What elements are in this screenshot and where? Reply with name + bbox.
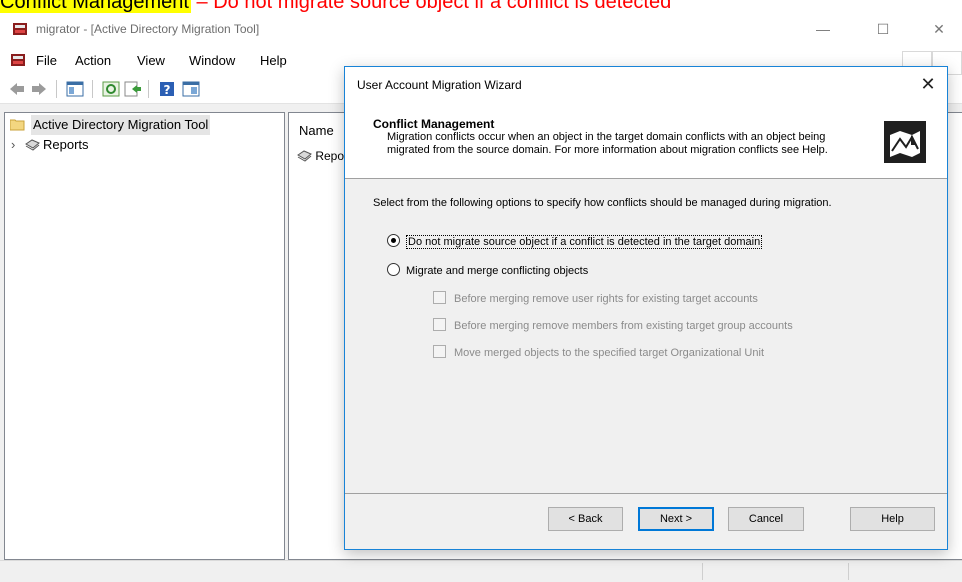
status-separator	[848, 563, 849, 580]
user-account-migration-wizard: User Account Migration Wizard ✕ Conflict…	[344, 66, 948, 550]
svg-text:?: ?	[164, 83, 171, 97]
button-divider	[345, 493, 947, 494]
option-migrate-merge[interactable]: Migrate and merge conflicting objects	[387, 263, 588, 279]
folder-icon	[10, 119, 25, 131]
menu-file[interactable]: File	[36, 53, 57, 68]
red-heading-text: – Do not migrate source object if a conf…	[190, 0, 672, 13]
back-button[interactable]: < Back	[548, 507, 623, 531]
minimize-button[interactable]: —	[800, 17, 846, 41]
highlighted-heading: Conflict Management	[0, 0, 191, 13]
checkbox-box[interactable]	[433, 345, 446, 358]
console-tree-pane: Active Directory Migration Tool › Report…	[4, 112, 285, 560]
checkbox-label: Before merging remove user rights for ex…	[454, 293, 758, 305]
reports-book-icon	[25, 139, 40, 151]
help-icon[interactable]: ?	[158, 81, 176, 97]
list-item-label: Repo	[315, 149, 345, 163]
menu-help[interactable]: Help	[260, 53, 287, 68]
radio-do-not-migrate[interactable]	[387, 234, 400, 247]
toolbar-separator	[92, 80, 93, 98]
properties-icon[interactable]	[182, 81, 200, 97]
expand-chevron-icon[interactable]: ›	[11, 135, 15, 155]
status-separator	[702, 563, 703, 580]
window-title: migrator - [Active Directory Migration T…	[36, 22, 260, 36]
radio-migrate-merge[interactable]	[387, 263, 400, 276]
help-button[interactable]: Help	[850, 507, 935, 531]
close-button[interactable]: ✕	[916, 17, 962, 41]
checkbox-box[interactable]	[433, 291, 446, 304]
checkbox-remove-user-rights[interactable]: Before merging remove user rights for ex…	[433, 291, 758, 307]
menu-window[interactable]: Window	[189, 53, 235, 68]
tree-item-label: Active Directory Migration Tool	[31, 115, 211, 135]
checkbox-label: Move merged objects to the specified tar…	[454, 347, 764, 359]
checkbox-box[interactable]	[433, 318, 446, 331]
export-list-icon[interactable]	[124, 81, 142, 97]
dialog-title: User Account Migration Wizard	[357, 78, 522, 92]
wizard-header: Conflict Management Migration conflicts …	[345, 101, 947, 179]
next-button[interactable]: Next >	[638, 507, 714, 531]
forward-arrow-icon[interactable]	[30, 81, 48, 97]
tree-item-label: Reports	[43, 137, 89, 152]
page-description: Migration conflicts occur when an object…	[387, 131, 828, 156]
dialog-close-button[interactable]: ✕	[913, 71, 943, 97]
checkbox-label: Before merging remove members from exist…	[454, 320, 793, 332]
instructions-text: Select from the following options to spe…	[373, 197, 832, 209]
cancel-button[interactable]: Cancel	[728, 507, 804, 531]
wizard-map-icon	[884, 121, 926, 163]
maximize-button[interactable]: ☐	[860, 17, 906, 41]
reports-book-icon	[297, 150, 312, 162]
option-label: Do not migrate source object if a confli…	[406, 235, 763, 249]
app-titlebar: migrator - [Active Directory Migration T…	[0, 13, 962, 45]
dialog-titlebar: User Account Migration Wizard ✕	[345, 67, 947, 101]
column-header-name[interactable]: Name	[299, 123, 334, 138]
toolbar-separator	[148, 80, 149, 98]
show-hide-tree-icon[interactable]	[66, 81, 84, 97]
checkbox-remove-members[interactable]: Before merging remove members from exist…	[433, 318, 793, 334]
migration-tool-icon	[13, 23, 27, 35]
refresh-icon[interactable]	[102, 81, 120, 97]
toolbar-separator	[56, 80, 57, 98]
menu-action[interactable]: Action	[75, 53, 111, 68]
page-title: Conflict Management	[373, 117, 495, 131]
back-arrow-icon[interactable]	[8, 81, 26, 97]
console-icon[interactable]	[10, 52, 26, 68]
checkbox-move-merged-objects[interactable]: Move merged objects to the specified tar…	[433, 345, 764, 361]
list-item[interactable]: Repo	[297, 149, 344, 163]
status-bar	[0, 560, 962, 582]
option-label: Migrate and merge conflicting objects	[406, 265, 589, 277]
cropped-document-header: Conflict Management – Do not migrate sou…	[0, 0, 962, 13]
option-do-not-migrate[interactable]: Do not migrate source object if a confli…	[387, 234, 763, 250]
menu-view[interactable]: View	[137, 53, 165, 68]
